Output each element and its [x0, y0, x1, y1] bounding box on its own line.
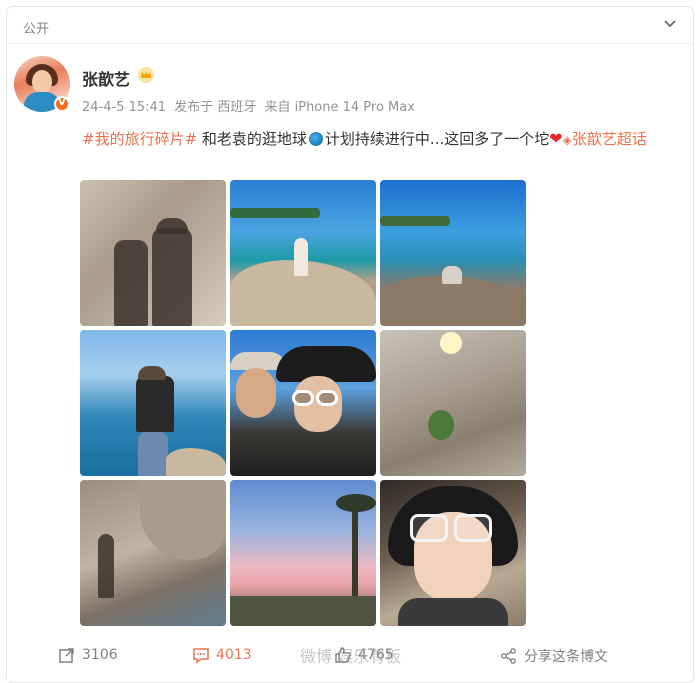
hashtag-link[interactable]: #我的旅行碎片#: [82, 130, 197, 148]
post-date[interactable]: 24-4-5 15:41: [82, 100, 166, 115]
share-label: 分享这条博文: [524, 649, 608, 665]
comment-icon: [193, 648, 209, 664]
post-body: #我的旅行碎片# 和老袁的逛地球 计划持续进行中...这回多了一个坨❤◈张歆艺超话: [82, 126, 682, 153]
photo-grid: [80, 180, 528, 627]
rocky-coast-photo[interactable]: [380, 180, 526, 326]
repost-count: 3106: [82, 647, 118, 663]
post-source: 来自 iPhone 14 Pro Max: [264, 100, 415, 115]
repost-button[interactable]: 3106: [58, 646, 118, 664]
child-on-rock-photo[interactable]: [230, 180, 376, 326]
rocks-closeup-photo[interactable]: [380, 330, 526, 476]
comment-button[interactable]: 4013: [192, 646, 252, 664]
supertopic-link[interactable]: 张歆艺超话: [572, 130, 647, 148]
post-meta: 24-4-5 15:41 发布于 西班牙 来自 iPhone 14 Pro Ma…: [82, 96, 419, 115]
share-icon: [501, 648, 516, 664]
boy-by-sea-photo[interactable]: [80, 330, 226, 476]
visibility-label: 公开: [23, 22, 50, 37]
post-location: 发布于 西班牙: [174, 100, 257, 115]
author-name[interactable]: 张歆艺: [82, 66, 130, 90]
share-button[interactable]: 分享这条博文: [500, 646, 608, 666]
comment-count: 4013: [216, 647, 252, 663]
watermark-text: 微博 娱乐有板: [300, 647, 402, 666]
post-text-part2: 计划持续进行中...这回多了一个坨: [324, 130, 550, 148]
vip-crown-icon[interactable]: [138, 67, 154, 83]
pink-sunset-photo[interactable]: [230, 480, 376, 626]
woman-sunglasses-photo[interactable]: [380, 480, 526, 626]
globe-emoji-icon: [308, 132, 323, 146]
red-heart-emoji-icon: ❤: [549, 129, 563, 148]
verified-v-icon: V: [54, 96, 70, 112]
couple-selfie-photo[interactable]: [230, 330, 376, 476]
supertopic-diamond-icon: ◈: [562, 133, 572, 147]
post-header-bar: 公开: [7, 7, 693, 43]
post-text-part1: 和老袁的逛地球: [197, 130, 307, 148]
chevron-down-icon[interactable]: [663, 17, 677, 31]
shadow-couple-photo[interactable]: [80, 180, 226, 326]
divider: [7, 43, 693, 44]
cliff-shadow-photo[interactable]: [80, 480, 226, 626]
repost-icon: [59, 648, 74, 663]
